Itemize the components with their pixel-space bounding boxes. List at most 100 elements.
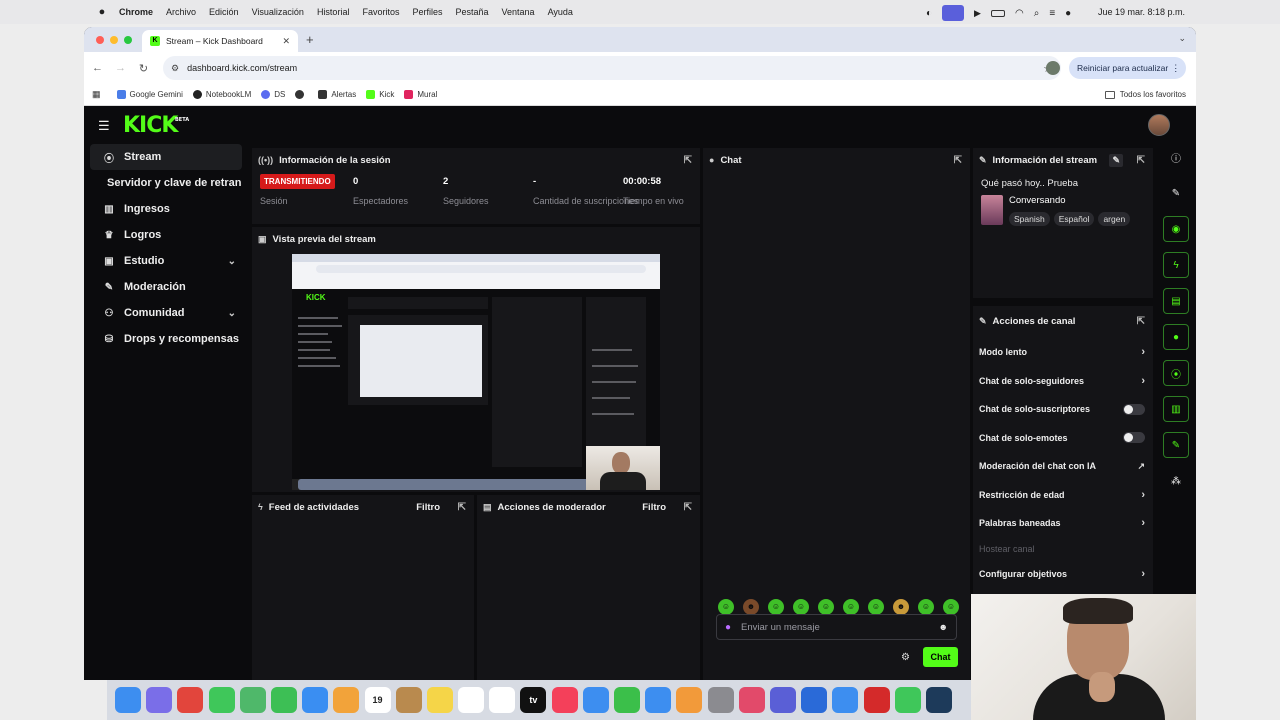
steam-icon[interactable] (925, 687, 952, 713)
tv-icon[interactable]: tv (520, 687, 547, 713)
menu-item[interactable]: Archivo (166, 7, 196, 17)
screen-mirror-icon[interactable] (942, 5, 965, 21)
menu-item[interactable]: Visualización (252, 7, 304, 17)
apps-grid-icon[interactable]: ▦ (92, 89, 101, 100)
menu-item[interactable]: Historial (317, 7, 350, 17)
note-icon[interactable]: ▤ (1163, 288, 1189, 314)
bookmark-ds[interactable]: DS (261, 90, 285, 99)
stream-preview-video[interactable]: KICK (292, 254, 660, 490)
minimize-window-icon[interactable] (110, 35, 118, 44)
photos-icon[interactable] (333, 687, 360, 713)
new-tab-icon[interactable]: + (306, 32, 314, 47)
bookmark-kick[interactable]: Kick (366, 90, 394, 99)
teams-icon[interactable] (769, 687, 796, 713)
action-age-restriction[interactable]: Restricción de edad › (973, 481, 1153, 510)
clips-icon[interactable] (738, 687, 765, 713)
search-icon[interactable]: ⌕ (1034, 8, 1040, 19)
emoji-icon[interactable]: ☻ (939, 622, 948, 632)
menu-item[interactable]: Edición (209, 7, 239, 17)
reminders-icon[interactable] (458, 687, 485, 713)
tag-chip[interactable]: Español (1053, 212, 1095, 226)
subscribers-only-toggle[interactable] (1123, 403, 1145, 415)
menu-item[interactable]: Favoritos (362, 7, 399, 17)
chat-message-input[interactable]: ● Enviar un mensaje ☻ (716, 614, 957, 640)
url-text[interactable]: dashboard.kick.com/stream (187, 63, 297, 73)
bookmark-notebooklm[interactable]: NotebookLM (192, 90, 251, 99)
emote-icon[interactable]: ☺ (718, 599, 734, 615)
menu-item[interactable]: Perfiles (412, 7, 442, 17)
popout-icon[interactable]: ⇱ (458, 502, 466, 513)
finder-icon[interactable] (115, 687, 141, 713)
pencil-icon[interactable]: ✎ (1163, 180, 1189, 206)
emote-icon[interactable]: ☻ (743, 599, 759, 615)
status-icon[interactable]: ◐ (926, 8, 932, 19)
sidebar-item-logros[interactable]: ♛ Logros (90, 222, 242, 248)
emotes-only-toggle[interactable] (1123, 432, 1145, 444)
emote-icon[interactable]: ☺ (768, 599, 784, 615)
user-icon[interactable]: ● (1065, 8, 1071, 19)
profile-avatar[interactable] (1046, 61, 1060, 75)
pages-icon[interactable] (676, 687, 703, 713)
close-window-icon[interactable] (96, 35, 104, 44)
popout-icon[interactable]: ⇱ (1137, 316, 1145, 327)
wifi-icon[interactable]: ◠ (1015, 8, 1024, 19)
sidebar-item-estudio[interactable]: ▣ Estudio ⌄ (90, 248, 242, 274)
tag-chip[interactable]: argen (1098, 212, 1131, 226)
bookmark-alertas[interactable]: Alertas (318, 90, 356, 99)
emote-icon[interactable]: ☻ (893, 599, 909, 615)
menu-item[interactable]: Ventana (502, 7, 535, 17)
hamburger-menu-icon[interactable]: ☰ (98, 118, 110, 134)
menu-item[interactable]: Pestaña (455, 7, 488, 17)
send-chat-button[interactable]: Chat (923, 647, 958, 667)
popout-icon[interactable]: ⇱ (684, 502, 692, 513)
messages-icon[interactable] (208, 687, 235, 713)
tag-chip[interactable]: Spanish (1009, 212, 1050, 226)
sidebar-item-drops[interactable]: ⛁ Drops y recompensas (90, 326, 242, 352)
action-ai-moderation[interactable]: Moderación del chat con IA ↗ (973, 452, 1153, 481)
settings-icon[interactable] (707, 687, 734, 713)
info-icon[interactable]: ⓘ (1163, 144, 1189, 170)
bookmark-google-gemini[interactable]: Google Gemini (116, 90, 183, 99)
sidebar-item-server-key[interactable]: Servidor y clave de retransmisión (90, 170, 242, 196)
emote-icon[interactable]: ☺ (818, 599, 834, 615)
reload-icon[interactable]: ↻ (132, 62, 155, 75)
bookmark-mural[interactable]: Mural (404, 90, 437, 99)
popout-icon[interactable]: ⇱ (1137, 155, 1145, 166)
calendar-icon[interactable]: 19 (364, 687, 391, 713)
notes-icon[interactable] (426, 687, 453, 713)
keynote-icon[interactable] (582, 687, 609, 713)
wrench-icon[interactable]: ✎ (1163, 432, 1189, 458)
filter-button[interactable]: Filtro (642, 502, 666, 513)
stickies-icon[interactable] (395, 687, 422, 713)
menu-item[interactable]: Ayuda (548, 7, 573, 17)
emote-icon[interactable]: ☺ (868, 599, 884, 615)
bookmark-globe[interactable] (295, 90, 308, 99)
back-icon[interactable]: ← (86, 62, 109, 74)
emote-icon[interactable]: ☺ (843, 599, 859, 615)
camera-icon[interactable]: ◉ (1163, 216, 1189, 242)
mail-icon[interactable] (302, 687, 329, 713)
forward-icon[interactable]: → (109, 62, 132, 74)
edit-pencil-icon[interactable]: ✎ (1109, 153, 1123, 167)
acrobat-icon[interactable] (863, 687, 890, 713)
maps-icon[interactable] (239, 687, 266, 713)
sidebar-item-stream[interactable]: ⦿ Stream (90, 144, 242, 170)
apple-icon[interactable]: ● (95, 6, 109, 18)
launchpad-icon[interactable] (146, 687, 173, 713)
broadcast-icon[interactable]: ⦿ (1163, 360, 1189, 386)
appstore-icon[interactable] (645, 687, 672, 713)
share-icon[interactable]: ⁂ (1163, 468, 1189, 494)
action-slow-mode[interactable]: Modo lento › (973, 338, 1153, 367)
play-icon[interactable]: ▶ (974, 8, 981, 19)
popout-icon[interactable]: ⇱ (684, 155, 692, 166)
chat-settings-icon[interactable]: ⚙ (901, 652, 910, 663)
sidebar-item-moderacion[interactable]: ✎ Moderación (90, 274, 242, 300)
menu-app-name[interactable]: Chrome (119, 7, 153, 17)
freeform-icon[interactable] (489, 687, 516, 713)
more-menu-icon[interactable]: ⋮ (1171, 63, 1180, 74)
all-bookmarks[interactable]: Todos los favoritos (1104, 90, 1186, 99)
action-subscribers-only[interactable]: Chat de solo-suscriptores (973, 395, 1153, 424)
popout-icon[interactable]: ⇱ (954, 155, 962, 166)
close-tab-icon[interactable]: ✕ (282, 36, 290, 47)
emote-icon[interactable]: ☺ (943, 599, 959, 615)
